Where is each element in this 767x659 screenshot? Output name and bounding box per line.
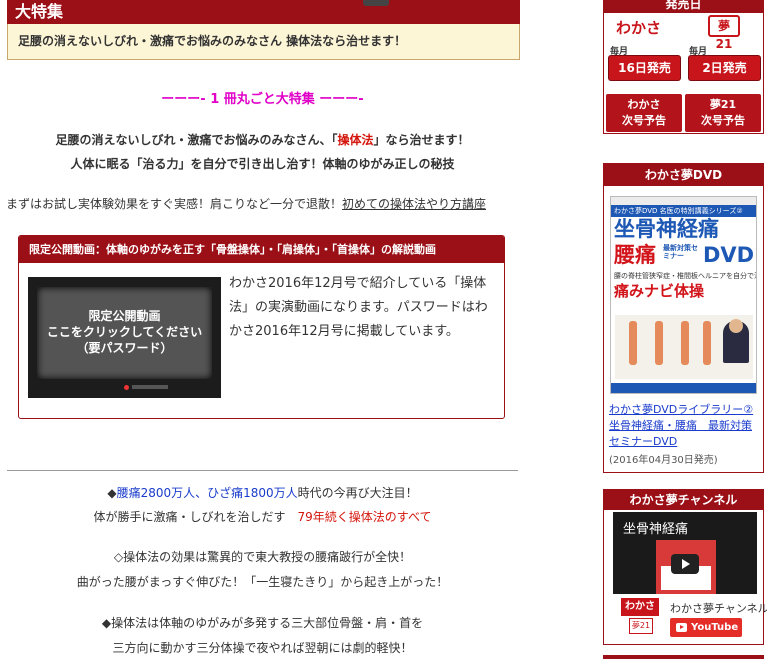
section-divider xyxy=(7,470,518,471)
thumb-line-2: ここをクリックしてください xyxy=(46,325,203,339)
release-widget: 発売日 わかさ 夢21 毎月 毎月 16日発売 2日発売 わかさ 次号予告 夢2… xyxy=(603,0,764,134)
lead-line-2: 人体に眠る「治る力」を自分で引き出し治す！体軸のゆがみ正しの秘技 xyxy=(70,157,455,171)
lead-highlight: 操体法 xyxy=(337,133,374,147)
yume21-next-issue-title: 夢21 xyxy=(709,98,737,111)
trial-text: まずはお試し実体験効果をすぐ実感！肩こりなど一分で退散！ xyxy=(6,197,343,211)
channel-logo[interactable]: わかさ 夢21 xyxy=(621,598,659,636)
dvd-cover-photos xyxy=(615,315,753,379)
bullet-1-suffix: 時代の今再び大注目！ xyxy=(297,486,418,500)
wakasa-release-date: 16日発売 xyxy=(609,56,680,80)
sidebar: 発売日 わかさ 夢21 毎月 毎月 16日発売 2日発売 わかさ 次号予告 夢2… xyxy=(600,0,767,659)
dvd-cover-title-3: 痛みナビ体操 xyxy=(614,282,705,300)
section-heading: ーーー- 1 冊丸ごと大特集 ーーー- xyxy=(161,92,364,107)
bullet-3-line-1: ◆操体法は体軸のゆがみが多発する三大部位骨盤・肩・首を xyxy=(101,616,424,630)
bullet-1-prefix: ◆ xyxy=(107,486,117,500)
feature-subtitle-box: 足腰の消えないしびれ・激痛でお悩みのみなさん 操体法なら治せます！ xyxy=(7,24,520,60)
thumb-line-1: 限定公開動画 xyxy=(88,309,161,323)
video-thumbnail[interactable]: 限定公開動画 ここをクリックしてください （要パスワード） xyxy=(28,277,221,398)
bullet-1-line-2: 体が勝手に激痛・しびれを治しだす 79年続く操体法のすべて xyxy=(0,508,525,525)
feature-header: 大特集 xyxy=(7,0,520,24)
channel-widget: わかさ夢チャンネル 坐骨神経痛 わかさ 夢21 わかさ夢チャンネル YouTub… xyxy=(603,489,767,645)
dvd-cover-title-2: 腰痛 最新対策セミナー DVD xyxy=(611,241,756,271)
youtube-icon xyxy=(676,623,687,632)
dvd-cover-title-2a: 腰痛 xyxy=(614,243,656,267)
bullet-3-line-2: 三方向に動かす三分体操で夜やれば翌朝には劇的軽快！ xyxy=(112,641,413,655)
bullet-2-line-2: 曲がった腰がまっすぐ伸びた！「一生寝たきり」から起き上がった！ xyxy=(76,575,449,589)
dvd-cover-footer xyxy=(611,383,756,393)
video-description: わかさ2016年12月号で紹介している「操体法」の実演動画になります。パスワード… xyxy=(229,276,488,339)
yume21-release-date: 2日発売 xyxy=(689,56,760,80)
lead-line-1-a: 足腰の消えないしびれ・激痛でお悩みのみなさん、「 xyxy=(55,133,338,147)
wakasa-logo[interactable]: わかさ xyxy=(616,17,661,38)
video-box: 限定公開動画：体軸のゆがみを正す「骨盤操体」・「肩操体」・「首操体」の解説動画 … xyxy=(18,235,505,419)
exercise-figure-1 xyxy=(629,321,637,365)
feature-title: 大特集 xyxy=(15,2,64,21)
channel-logo-yume: 夢21 xyxy=(629,618,653,634)
exercise-figure-2 xyxy=(655,321,663,365)
next-widget-edge xyxy=(603,655,764,659)
dvd-cover-title-2c: DVD xyxy=(703,243,755,267)
channel-header: わかさ夢チャンネル xyxy=(604,490,763,510)
lead-line-1-b: 」なら治せます！ xyxy=(373,133,470,147)
channel-video-thumbnail[interactable]: 坐骨神経痛 xyxy=(613,512,757,594)
dvd-cover-subline: 腰の脊柱管狭窄症・椎間板ヘルニアを自分で治す xyxy=(614,272,757,280)
play-icon[interactable] xyxy=(671,554,699,574)
video-box-header: 限定公開動画：体軸のゆがみを正す「骨盤操体」・「肩操体」・「首操体」の解説動画 xyxy=(19,236,504,263)
thumb-line-3: （要パスワード） xyxy=(76,341,173,355)
dvd-cover-band: わかさ夢DVD 名医の特別講義シリーズ② xyxy=(611,205,756,217)
bullet-1-highlight: 腰痛2800万人、ひざ痛1800万人 xyxy=(116,486,298,500)
channel-name[interactable]: わかさ夢チャンネル xyxy=(670,600,767,616)
record-dot-icon xyxy=(124,385,129,390)
youtube-button[interactable]: YouTube xyxy=(670,618,742,637)
exercise-figure-4 xyxy=(703,321,711,365)
bullet-1-line-1: ◆腰痛2800万人、ひざ痛1800万人時代の今再び大注目！ xyxy=(0,484,525,501)
bullet-2-line-1: ◇操体法の効果は驚異的で東大教授の腰痛跛行が全快！ xyxy=(113,550,412,564)
dvd-title-link[interactable]: わかさ夢DVDライブラリー② 坐骨神経痛・腰痛 最新対策セミナーDVD xyxy=(609,402,761,450)
dvd-cover-topbar xyxy=(611,197,756,205)
dvd-header: わかさ夢DVD xyxy=(604,164,763,186)
wakasa-next-issue-label: 次号予告 xyxy=(622,114,666,127)
lead-line-1: 足腰の消えないしびれ・激痛でお悩みのみなさん、「操体法」なら治せます！ xyxy=(0,131,525,148)
trial-paragraph: まずはお試し実体験効果をすぐ実感！肩こりなど一分で退散！初めての操体法やり方講座 xyxy=(6,195,486,212)
channel-video-title: 坐骨神経痛 xyxy=(623,522,689,537)
feature-subtitle: 足腰の消えないしびれ・激痛でお悩みのみなさん 操体法なら治せます！ xyxy=(18,34,407,48)
video-screen[interactable]: 限定公開動画 ここをクリックしてください （要パスワード） xyxy=(37,287,212,379)
channel-logo-wakasa: わかさ xyxy=(621,598,659,616)
thumb-caption-bar xyxy=(132,385,168,389)
dvd-cover-image[interactable]: わかさ夢DVD 名医の特別講義シリーズ② 坐骨神経痛 腰痛 最新対策セミナー D… xyxy=(610,196,757,394)
wakasa-next-issue-button[interactable]: わかさ 次号予告 xyxy=(606,94,682,132)
dvd-widget: わかさ夢DVD わかさ夢DVD 名医の特別講義シリーズ② 坐骨神経痛 腰痛 最新… xyxy=(603,163,764,473)
yume21-next-issue-button[interactable]: 夢21 次号予告 xyxy=(685,94,761,132)
main-content: 大特集 足腰の消えないしびれ・激痛でお悩みのみなさん 操体法なら治せます！ ーー… xyxy=(0,0,525,659)
bullet-1-line-2-highlight: 79年続く操体法のすべて xyxy=(297,510,432,524)
youtube-label: YouTube xyxy=(691,622,739,633)
yume21-logo[interactable]: 夢21 xyxy=(708,15,740,51)
exercise-figure-3 xyxy=(681,321,689,365)
lecturer-photo xyxy=(723,319,749,363)
dvd-release-date: (2016年04月30日発売) xyxy=(609,455,718,466)
wakasa-next-issue-title: わかさ xyxy=(627,98,661,111)
trial-link[interactable]: 初めての操体法やり方講座 xyxy=(342,197,486,211)
dvd-cover-title-1: 坐骨神経痛 xyxy=(614,217,719,241)
release-header: 発売日 xyxy=(604,0,763,13)
menu-tab-handle[interactable] xyxy=(363,0,389,6)
dvd-cover-title-2b: 最新対策セミナー xyxy=(663,244,698,260)
yume21-next-issue-label: 次号予告 xyxy=(701,114,745,127)
bullet-1-line-2-a: 体が勝手に激痛・しびれを治しだす xyxy=(93,510,298,524)
